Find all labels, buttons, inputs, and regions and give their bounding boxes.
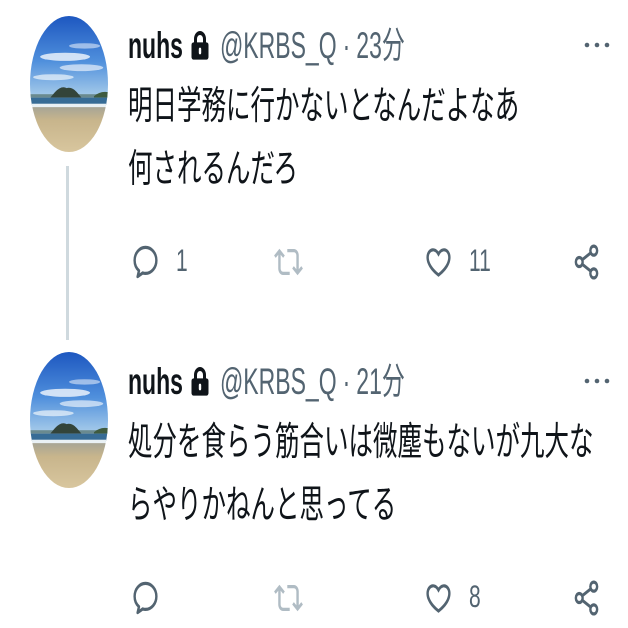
handle[interactable]: @KRBS_Q (220, 21, 337, 69)
display-name[interactable]: nuhs (128, 357, 183, 405)
action-bar: 1 11 (0, 243, 628, 282)
retweet-icon[interactable] (274, 579, 303, 618)
reply-button[interactable]: 1 (131, 243, 188, 282)
retweet-icon[interactable] (274, 243, 303, 282)
tweet-text-line: 明日学務に行かないとなんだよなあ (128, 85, 520, 129)
like-button[interactable]: 8 (424, 579, 481, 618)
reply-button[interactable] (131, 579, 160, 618)
separator: · (342, 360, 351, 402)
tweet-text-line: らやりかねんと思ってる (128, 484, 397, 528)
share-button[interactable] (572, 579, 601, 618)
more-icon[interactable] (583, 376, 611, 386)
like-button[interactable]: 11 (424, 243, 491, 282)
retweet-button[interactable] (274, 579, 303, 618)
timestamp[interactable]: 21分 (356, 357, 405, 405)
display-name[interactable]: nuhs (128, 21, 183, 69)
tweet-text: 明日学務に行かないとなんだよなあ 何されるんだろ (128, 86, 608, 192)
share-icon[interactable] (572, 243, 601, 282)
handle[interactable]: @KRBS_Q (220, 357, 337, 405)
share-icon[interactable] (572, 579, 601, 618)
share-button[interactable] (572, 243, 601, 282)
tweet-text-line: 何されるんだろ (128, 148, 299, 192)
reply-icon[interactable] (131, 243, 160, 282)
separator: · (342, 24, 351, 66)
timestamp[interactable]: 23分 (356, 21, 405, 69)
avatar[interactable] (30, 16, 108, 152)
tweet[interactable]: nuhs @KRBS_Q · 21分 処分を食らう筋合いは微塵もないが九大な ら… (0, 336, 628, 628)
action-bar: 8 (0, 579, 628, 618)
heart-icon[interactable] (424, 579, 453, 618)
retweet-button[interactable] (274, 243, 303, 282)
tweet-text: 処分を食らう筋合いは微塵もないが九大な らやりかねんと思ってる (128, 422, 608, 528)
avatar[interactable] (30, 352, 108, 488)
tweet[interactable]: nuhs @KRBS_Q · 23分 明日学務に行かないとなんだよなあ 何される… (0, 0, 628, 340)
tweet-header: nuhs @KRBS_Q · 21分 (128, 357, 405, 405)
lock-icon (188, 365, 212, 397)
thread-timeline: nuhs @KRBS_Q · 23分 明日学務に行かないとなんだよなあ 何される… (0, 0, 628, 628)
reply-icon[interactable] (131, 579, 160, 618)
like-count: 8 (469, 580, 481, 615)
lock-icon (188, 29, 212, 61)
tweet-text-line: 処分を食らう筋合いは微塵もないが九大な (128, 421, 594, 465)
like-count: 11 (469, 244, 491, 279)
heart-icon[interactable] (424, 243, 453, 282)
reply-count: 1 (176, 244, 188, 279)
more-icon[interactable] (583, 40, 611, 50)
tweet-header: nuhs @KRBS_Q · 23分 (128, 21, 405, 69)
